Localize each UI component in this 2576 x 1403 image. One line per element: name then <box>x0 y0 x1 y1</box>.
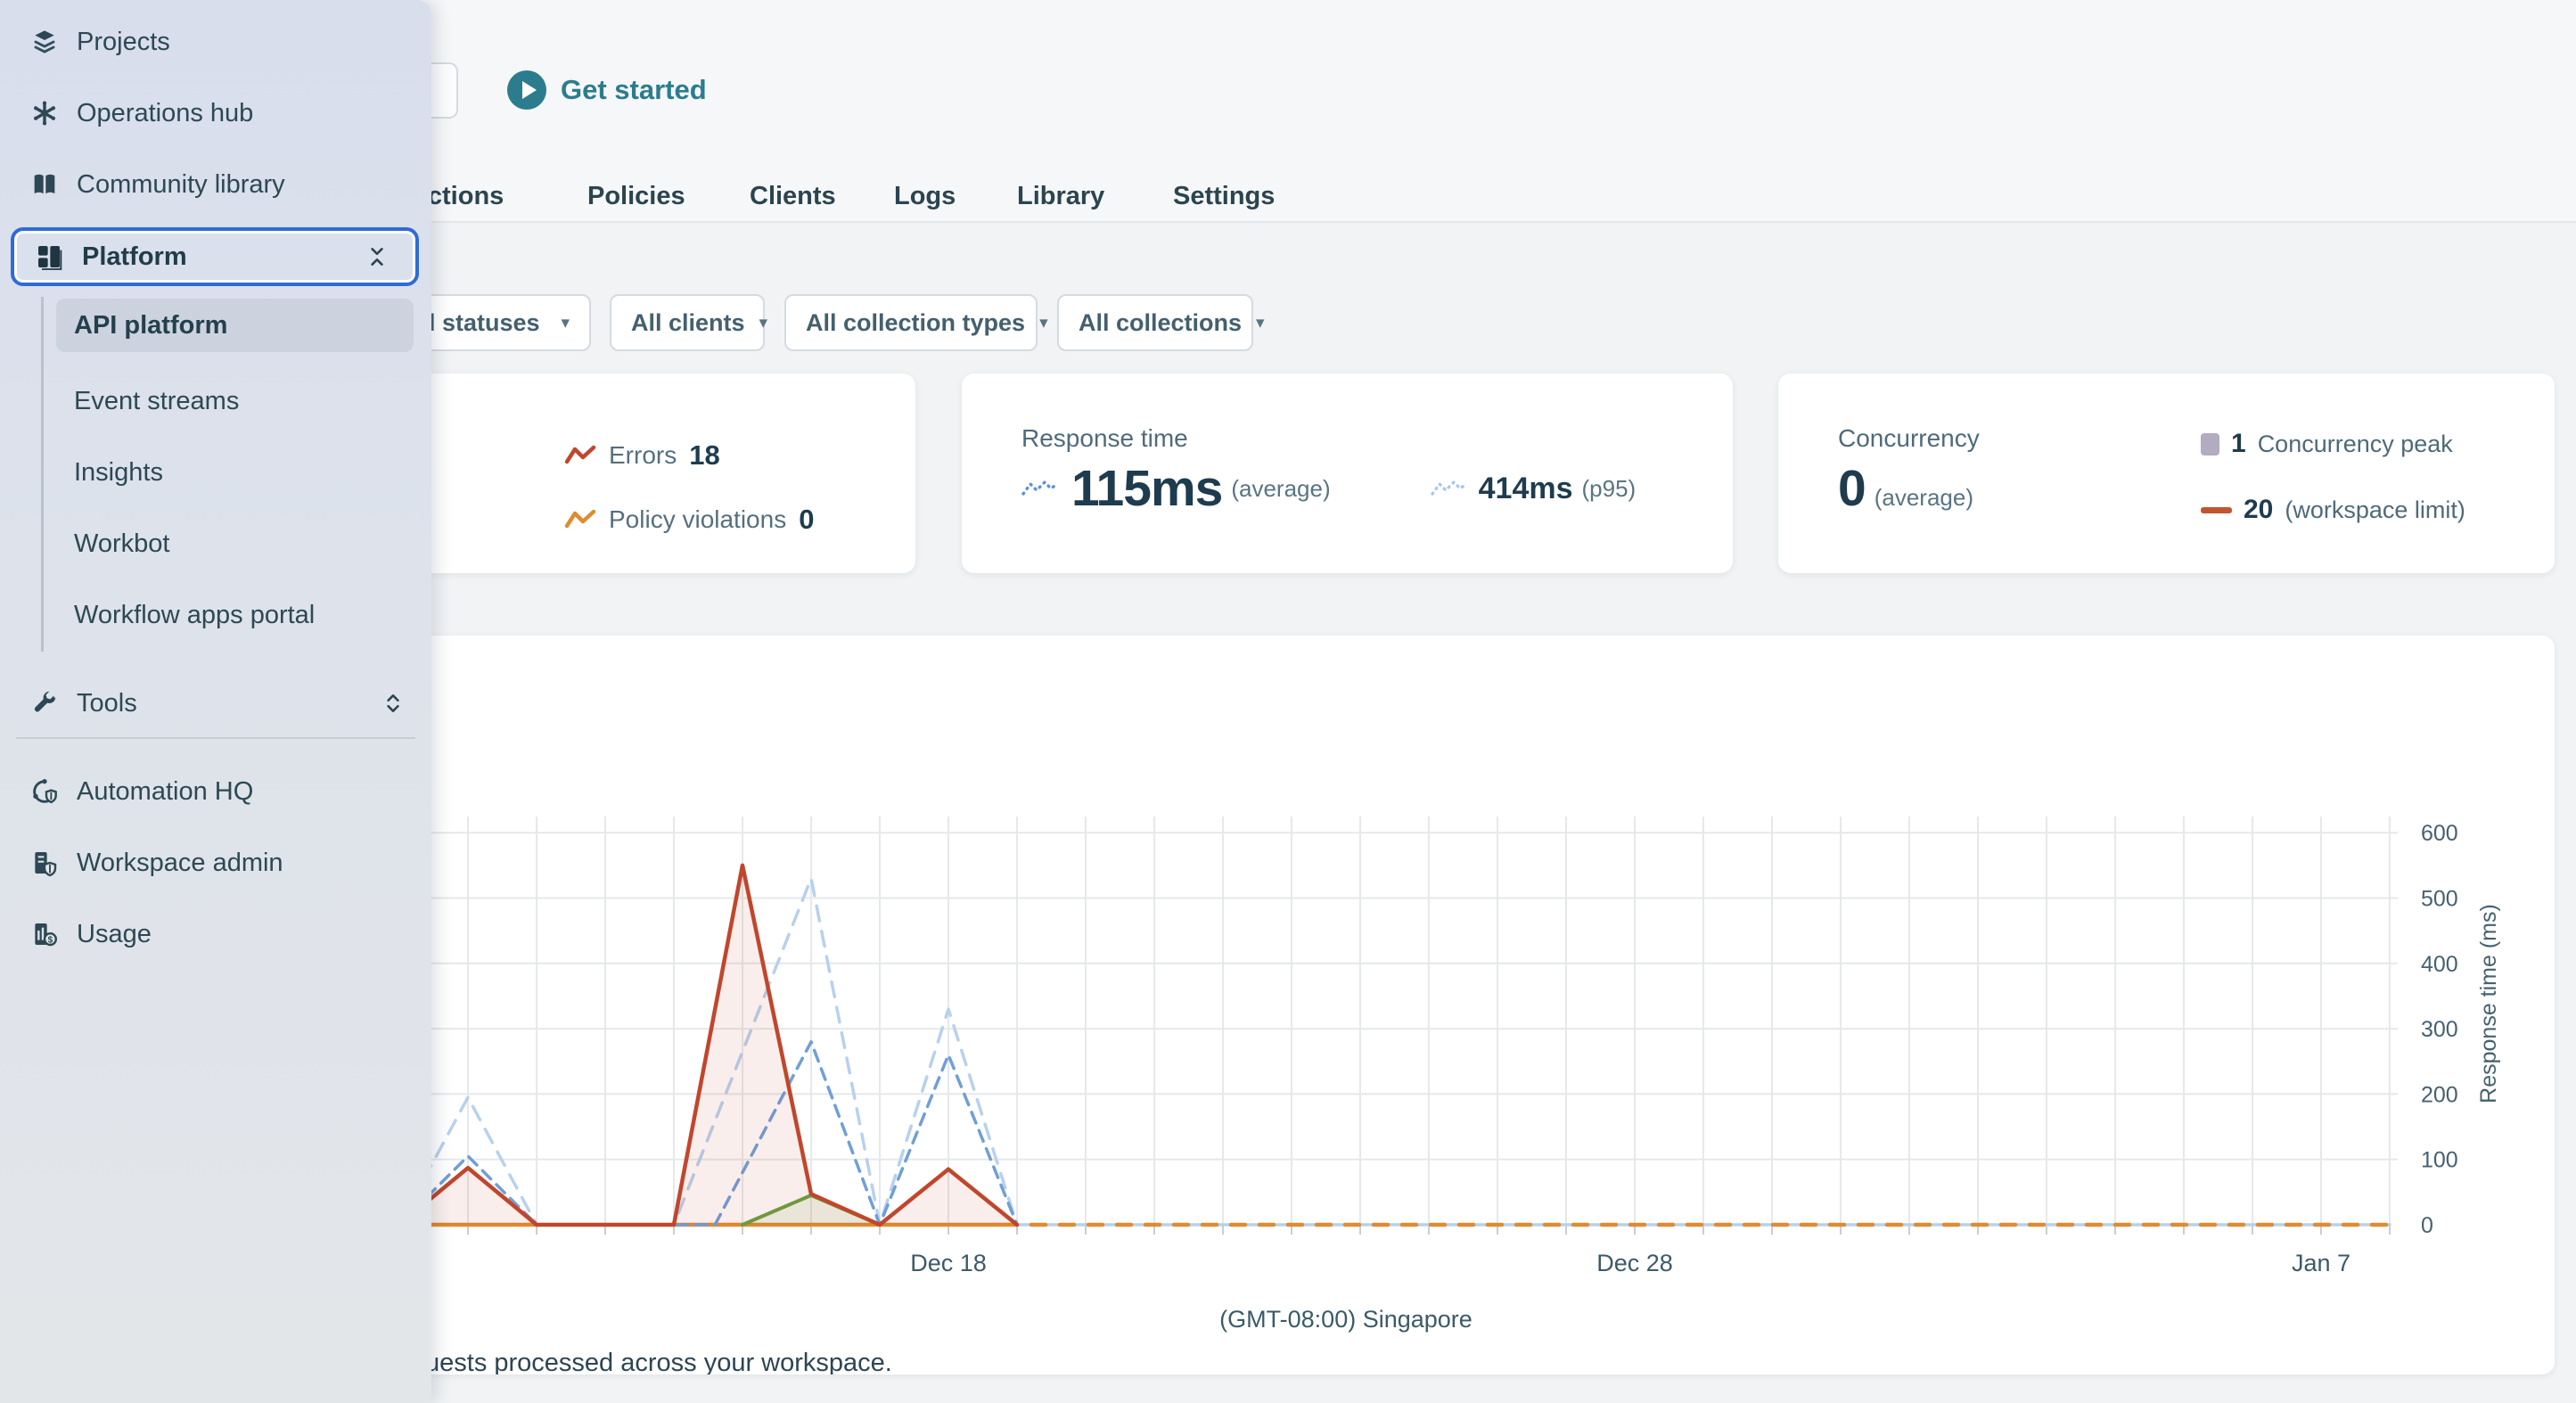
get-started-button[interactable]: Get started <box>507 70 707 111</box>
svg-text:400: 400 <box>2421 952 2458 977</box>
sidebar-subitem-api-platform[interactable]: API platform <box>56 299 414 352</box>
svg-text:300: 300 <box>2421 1017 2458 1042</box>
submenu-guide-line <box>41 297 44 652</box>
sidebar-item-projects[interactable]: Projects <box>0 13 431 70</box>
sidebar-subitem-label: Event streams <box>74 386 240 415</box>
svg-text:500: 500 <box>2421 887 2458 912</box>
sidebar-subitem-workbot[interactable]: Workbot <box>56 517 414 570</box>
sidebar-item-community-library[interactable]: Community library <box>0 156 431 213</box>
response-time-card: Response time 115ms (average) 414ms (p95… <box>962 373 1733 573</box>
sidebar-divider <box>16 737 415 739</box>
sidebar-item-workspace-admin[interactable]: Workspace admin <box>0 834 431 891</box>
filter-label: All collections <box>1079 308 1243 336</box>
sidebar-subitem-event-streams[interactable]: Event streams <box>56 374 414 428</box>
operations-hub-icon <box>29 98 60 128</box>
sidebar-item-label: Projects <box>77 27 170 56</box>
sidebar-subitem-label: Workbot <box>74 529 170 558</box>
svg-text:Dec 18: Dec 18 <box>910 1250 987 1276</box>
collapse-icon[interactable] <box>365 245 389 268</box>
workspace-limit-icon <box>2201 506 2232 513</box>
filter-all-clients[interactable]: All clients ▾ <box>610 294 768 351</box>
tab-logs[interactable]: Logs <box>894 182 956 211</box>
chevron-down-icon: ▾ <box>1039 313 1048 332</box>
sidebar-item-label: Workspace admin <box>77 848 283 877</box>
usage-icon: $ <box>29 919 60 949</box>
errors-label: Errors <box>609 441 677 469</box>
chevron-down-icon: ▾ <box>1256 313 1265 332</box>
errors-trend-icon <box>564 445 596 464</box>
filter-label: All clients <box>631 308 745 336</box>
sidebar-item-label: Community library <box>77 169 285 199</box>
policy-violations-trend-icon <box>564 509 596 529</box>
concurrency-avg-value: 0 <box>1838 460 1866 517</box>
svg-text:Dec 28: Dec 28 <box>1596 1250 1673 1276</box>
book-icon <box>29 169 60 200</box>
sidebar-item-label: Tools <box>77 688 137 718</box>
concurrency-peak-value: 1 <box>2231 429 2246 458</box>
sidebar-item-label: Automation HQ <box>77 776 254 806</box>
get-started-label: Get started <box>561 74 707 105</box>
workspace-admin-icon <box>29 848 60 878</box>
svg-text:100: 100 <box>2421 1148 2458 1173</box>
sidebar-item-automation-hq[interactable]: Automation HQ <box>0 763 431 820</box>
expand-icon[interactable] <box>381 692 405 715</box>
automation-hq-icon <box>29 776 60 807</box>
errors-card: Errors 18 Policy violations 0 <box>374 373 915 573</box>
sidebar-item-label: Operations hub <box>77 98 254 127</box>
platform-grid-icon <box>34 242 64 272</box>
concurrency-title: Concurrency <box>1838 424 1980 452</box>
filter-all-collections[interactable]: All collections ▾ <box>1057 294 1265 351</box>
p95-response-qualifier: (p95) <box>1581 474 1637 502</box>
sidebar-item-label: Platform <box>82 242 187 271</box>
chart-title-fragment: uests processed across your workspace. <box>425 1349 892 1374</box>
tab-settings[interactable]: Settings <box>1173 182 1275 211</box>
wrench-icon <box>29 688 60 718</box>
navigation-sidebar: Projects Operations hub Community librar… <box>0 0 431 1403</box>
sidebar-subitem-insights[interactable]: Insights <box>56 446 414 499</box>
avg-response-value: 115ms <box>1071 460 1223 517</box>
svg-text:200: 200 <box>2421 1082 2458 1107</box>
play-circle-icon <box>507 70 546 110</box>
concurrency-avg-qualifier: (average) <box>1874 484 1973 511</box>
p95-response-trend-icon <box>1430 480 1468 496</box>
workspace-limit-value: 20 <box>2244 495 2274 524</box>
concurrency-card: Concurrency 0 (average) 1 Concurrency pe… <box>1778 373 2555 573</box>
tab-clients[interactable]: Clients <box>750 182 836 211</box>
p95-response-value: 414ms <box>1478 471 1573 505</box>
sidebar-item-label: Usage <box>77 919 152 948</box>
concurrency-peak-icon <box>2201 432 2219 455</box>
avg-response-trend-icon <box>1021 480 1059 496</box>
chevron-down-icon: ▾ <box>759 313 768 332</box>
filter-all-collection-types[interactable]: All collection types ▾ <box>784 294 1048 351</box>
svg-text:Jan 7: Jan 7 <box>2292 1250 2350 1276</box>
tab-policies[interactable]: Policies <box>587 182 685 211</box>
chevron-down-icon: ▾ <box>561 313 570 332</box>
svg-text:600: 600 <box>2421 821 2458 846</box>
policy-violations-label: Policy violations <box>609 505 787 533</box>
concurrency-peak-label: Concurrency peak <box>2257 430 2453 457</box>
sidebar-subitem-label: API platform <box>74 310 228 340</box>
requests-chart-card: 0 100 200 300 400 500 600 Dec 18 Dec 28 Jan 7 Resp… <box>374 636 2555 1374</box>
svg-text:0: 0 <box>2421 1213 2433 1238</box>
sidebar-subitem-workflow-apps-portal[interactable]: Workflow apps portal <box>56 588 414 642</box>
svg-text:Response time (ms): Response time (ms) <box>2476 904 2501 1104</box>
sidebar-item-operations-hub[interactable]: Operations hub <box>0 85 431 142</box>
sidebar-subitem-label: Insights <box>74 457 163 487</box>
sidebar-item-tools[interactable]: Tools <box>0 675 431 732</box>
svg-text:$: $ <box>48 935 53 945</box>
policy-violations-value: 0 <box>799 504 815 535</box>
chart-timezone-label: (GMT-08:00) Singapore <box>1219 1306 1473 1333</box>
sidebar-item-platform[interactable]: Platform <box>11 227 419 286</box>
sidebar-subitem-label: Workflow apps portal <box>74 600 316 629</box>
requests-chart[interactable]: 0 100 200 300 400 500 600 Dec 18 Dec 28 Jan 7 Resp… <box>374 636 2555 1374</box>
filter-label: All collection types <box>806 308 1026 336</box>
avg-response-qualifier: (average) <box>1231 474 1331 502</box>
response-time-title: Response time <box>1021 424 1188 452</box>
errors-value: 18 <box>689 439 720 471</box>
workspace-limit-label: (workspace limit) <box>2285 496 2465 523</box>
sidebar-item-usage[interactable]: $ Usage <box>0 906 431 963</box>
projects-icon <box>29 27 60 57</box>
tab-library[interactable]: Library <box>1017 182 1104 211</box>
